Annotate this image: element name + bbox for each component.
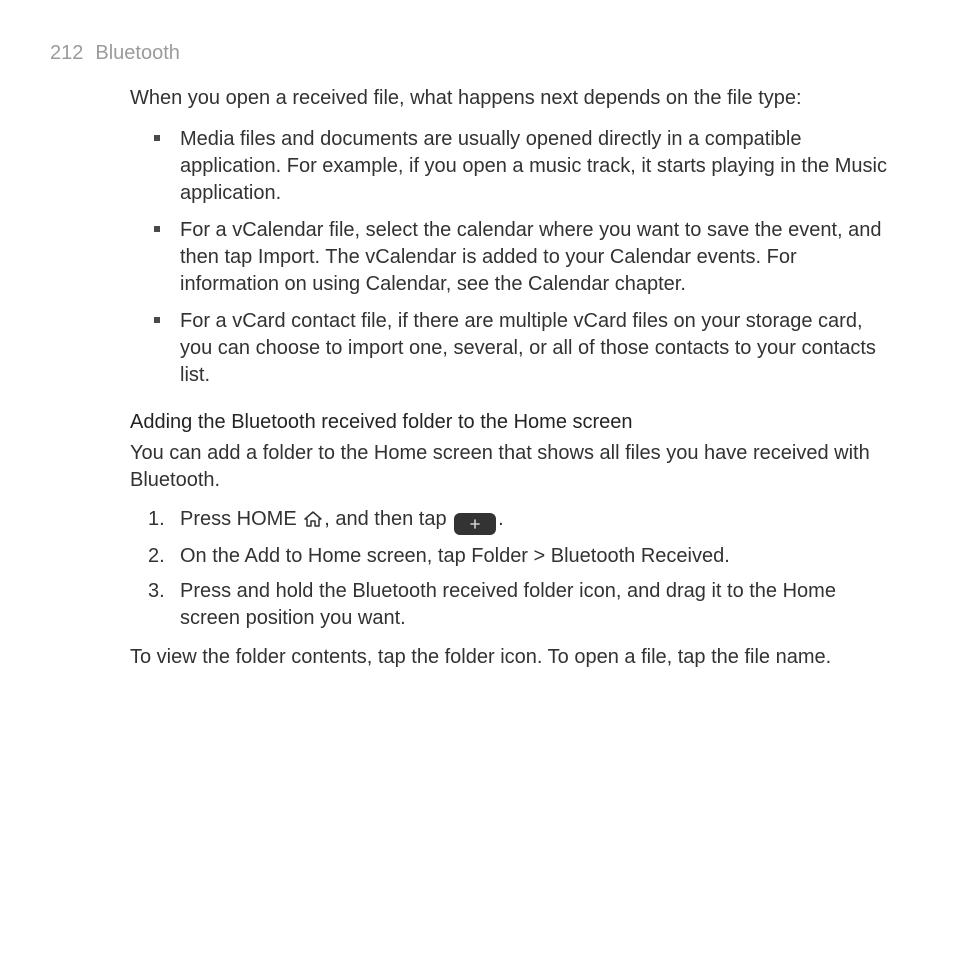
page-body: When you open a received file, what happ… [130,85,894,671]
intro-text: When you open a received file, what happ… [130,85,894,112]
step-item: Press HOME , and then tap . [130,506,894,535]
page-number: 212 [50,40,83,67]
step-text: On the Add to Home screen, tap [180,545,471,567]
plus-button-icon [454,513,496,535]
page-header: 212 Bluetooth [50,40,894,67]
step-text: . [498,508,504,530]
step-text: , and then tap [324,508,452,530]
step-path: Folder > Bluetooth Received [471,545,724,567]
file-type-list: Media files and documents are usually op… [130,126,894,389]
manual-page: 212 Bluetooth When you open a received f… [0,0,954,711]
home-icon [304,508,322,535]
list-item: For a vCard contact file, if there are m… [130,308,894,389]
step-text: Press HOME [180,508,302,530]
step-text: . [724,545,730,567]
steps-list: Press HOME , and then tap . On the Add t… [130,506,894,632]
section-title: Bluetooth [95,40,180,67]
list-item: Media files and documents are usually op… [130,126,894,207]
step-item: Press and hold the Bluetooth received fo… [130,578,894,632]
list-item: For a vCalendar file, select the calenda… [130,217,894,298]
step-item: On the Add to Home screen, tap Folder > … [130,543,894,570]
outro-text: To view the folder contents, tap the fol… [130,644,894,671]
subsection-intro: You can add a folder to the Home screen … [130,440,894,494]
subsection-heading: Adding the Bluetooth received folder to … [130,409,894,436]
